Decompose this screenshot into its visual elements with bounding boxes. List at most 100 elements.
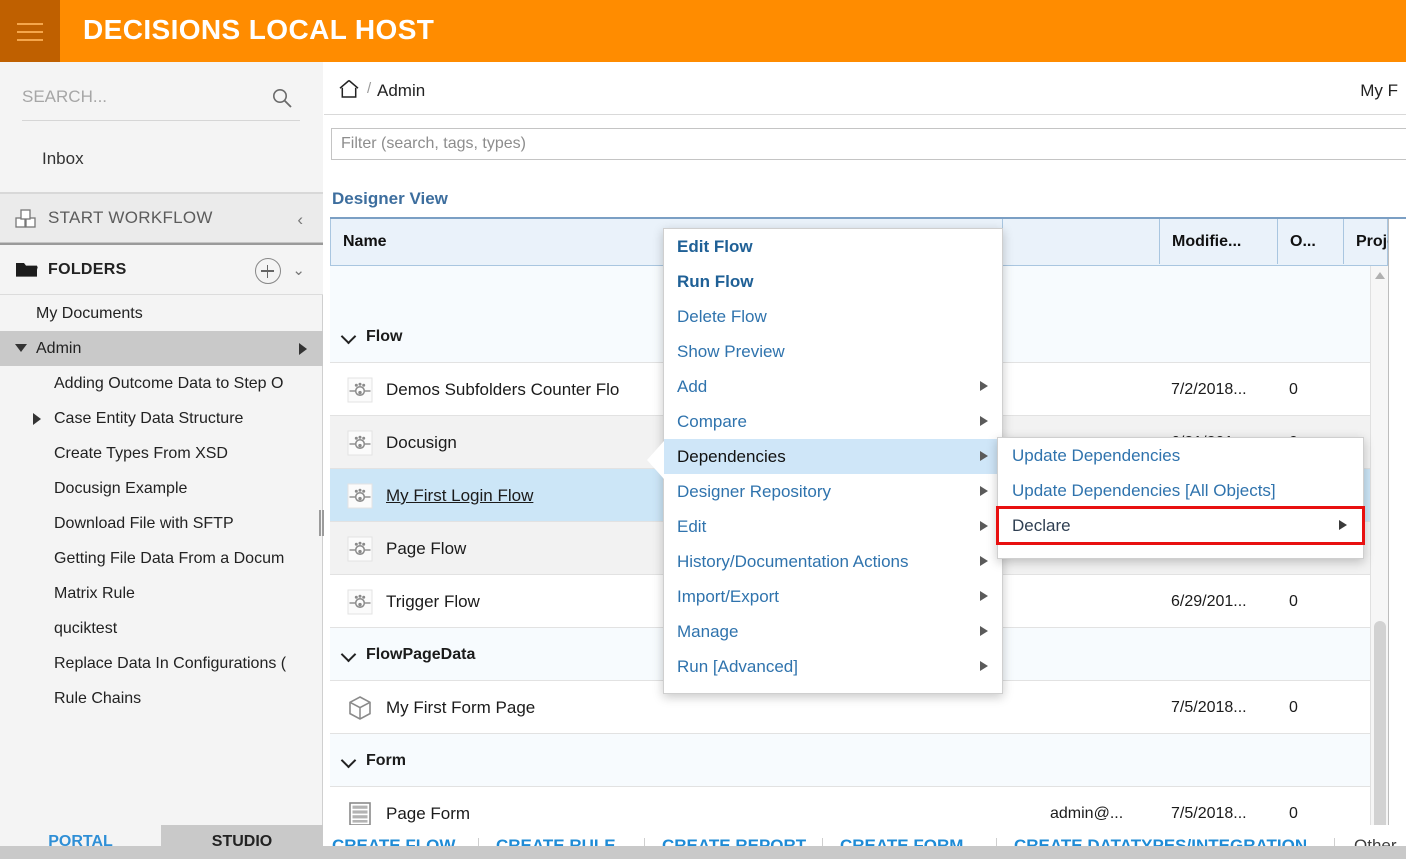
filter-input[interactable] — [331, 128, 1406, 160]
context-menu-pointer-icon — [647, 441, 664, 479]
sidebar-tree-item[interactable]: Docusign Example — [0, 471, 323, 506]
triangle-down-icon[interactable] — [15, 344, 27, 352]
flow-icon — [346, 535, 374, 563]
submenu-item[interactable]: Update Dependencies — [998, 438, 1363, 473]
sidebar-section-folders[interactable]: FOLDERS ⌄ — [0, 243, 323, 295]
hamburger-icon[interactable] — [0, 0, 60, 62]
search-underline — [22, 120, 300, 121]
tree-item-label: Replace Data In Configurations ( — [54, 655, 287, 672]
context-menu-item-label: Run Flow — [677, 272, 754, 291]
context-menu-item-label: Add — [677, 377, 708, 396]
row-name[interactable]: Demos Subfolders Counter Flo — [386, 363, 619, 416]
tree-item-label: Admin — [36, 340, 82, 357]
form-icon — [346, 800, 374, 828]
cell-o: 0 — [1289, 593, 1298, 610]
submenu-item[interactable]: Update Dependencies [All Objects] — [998, 473, 1363, 508]
home-icon[interactable] — [338, 78, 360, 100]
context-menu-item-label: Manage — [677, 622, 739, 641]
sidebar-tree-item[interactable]: Admin — [0, 331, 323, 366]
cube-icon — [346, 694, 374, 722]
workflow-blocks-icon — [15, 209, 36, 228]
sidebar-tree-item[interactable]: Matrix Rule — [0, 576, 323, 611]
row-name[interactable]: Trigger Flow — [386, 575, 480, 628]
grid-column-header[interactable]: Modifie... — [1160, 219, 1278, 264]
search-icon[interactable] — [270, 86, 294, 110]
chevron-down-icon[interactable] — [342, 647, 356, 661]
row-name[interactable]: Docusign — [386, 416, 457, 469]
sidebar-section-start-workflow[interactable]: START WORKFLOW ‹ — [0, 193, 323, 243]
submenu-item-declare[interactable]: Declare — [996, 506, 1365, 545]
row-name[interactable]: Page Flow — [386, 522, 466, 575]
context-menu-item[interactable]: Delete Flow — [664, 299, 1002, 334]
chevron-down-icon[interactable] — [342, 753, 356, 767]
flow-icon — [346, 376, 374, 404]
submenu-arrow-icon — [980, 416, 988, 426]
group-label: Form — [366, 752, 406, 769]
breadcrumb-current[interactable]: Admin — [377, 81, 425, 101]
row-name[interactable]: My First Login Flow — [386, 469, 533, 522]
context-menu-item[interactable]: Manage — [664, 614, 1002, 649]
row-name[interactable]: My First Form Page — [386, 681, 535, 734]
context-menu-item[interactable]: Run Flow — [664, 264, 1002, 299]
sidebar-tree-item[interactable]: Replace Data In Configurations ( — [0, 646, 323, 681]
sidebar-tree-item[interactable]: Download File with SFTP — [0, 506, 323, 541]
context-menu-item[interactable]: History/Documentation Actions — [664, 544, 1002, 579]
sidebar-tree-item[interactable]: Case Entity Data Structure — [0, 401, 323, 436]
top-header-bar: DECISIONS LOCAL HOST — [0, 0, 1406, 62]
context-menu-item[interactable]: Compare — [664, 404, 1002, 439]
triangle-right-icon[interactable] — [299, 343, 307, 355]
triangle-right-icon[interactable] — [33, 413, 41, 425]
tree-item-label: Adding Outcome Data to Step O — [54, 375, 284, 392]
context-menu-item[interactable]: Edit — [664, 509, 1002, 544]
grid-vertical-scrollbar[interactable] — [1370, 266, 1388, 859]
scrollbar-thumb[interactable] — [1374, 621, 1386, 831]
chevron-down-icon[interactable]: ⌄ — [292, 261, 305, 279]
grid-column-header[interactable]: Project — [1344, 219, 1389, 264]
context-menu-item[interactable]: Dependencies — [664, 439, 1002, 474]
tree-item-label: Matrix Rule — [54, 585, 135, 602]
filter-bar — [331, 128, 1406, 160]
group-label: Flow — [366, 328, 403, 345]
dependencies-submenu: Update Dependencies Update Dependencies [… — [996, 437, 1365, 559]
context-menu-item[interactable]: Show Preview — [664, 334, 1002, 369]
context-menu-item-label: Designer Repository — [677, 482, 832, 501]
sidebar-tree-item[interactable]: Rule Chains — [0, 681, 323, 716]
sidebar-tree-item[interactable]: Getting File Data From a Docum — [0, 541, 323, 576]
add-folder-button[interactable] — [255, 258, 281, 284]
tree-item-label: Download File with SFTP — [54, 515, 234, 532]
breadcrumb: / Admin My F — [324, 62, 1406, 115]
submenu-arrow-icon — [980, 556, 988, 566]
grid-column-header[interactable]: O... — [1278, 219, 1344, 264]
sidebar-item-inbox[interactable]: Inbox — [0, 126, 323, 192]
designer-view-tab[interactable]: Designer View — [332, 189, 448, 209]
breadcrumb-separator: / — [367, 80, 372, 97]
sidebar-tree-item[interactable]: Create Types From XSD — [0, 436, 323, 471]
cell-o: 0 — [1289, 381, 1298, 398]
submenu-arrow-icon — [980, 451, 988, 461]
grid-group-row[interactable]: Form — [330, 734, 1388, 787]
submenu-item-label: Update Dependencies — [1012, 446, 1181, 465]
search-input[interactable] — [22, 82, 280, 112]
context-menu-item[interactable]: Import/Export — [664, 579, 1002, 614]
context-menu-item[interactable]: Run [Advanced] — [664, 649, 1002, 684]
bottom-strip — [0, 846, 1406, 859]
chevron-left-icon[interactable]: ‹ — [297, 210, 303, 230]
sidebar-tree-item[interactable]: Adding Outcome Data to Step O — [0, 366, 323, 401]
scroll-up-arrow-icon[interactable] — [1375, 272, 1385, 279]
app-root: DECISIONS LOCAL HOST Inbox START WORKFLO… — [0, 0, 1406, 859]
left-sidebar: Inbox START WORKFLOW ‹ FOLDERS ⌄ My Docu… — [0, 62, 324, 859]
context-menu-item-label: Run [Advanced] — [677, 657, 798, 676]
sidebar-tree-item[interactable]: quciktest — [0, 611, 323, 646]
context-menu-item[interactable]: Add — [664, 369, 1002, 404]
context-menu-item[interactable]: Edit Flow — [664, 229, 1002, 264]
sidebar-search-row — [0, 62, 323, 126]
sidebar-tree-item[interactable]: My Documents — [0, 296, 323, 331]
context-menu-item-label: Edit — [677, 517, 707, 536]
context-menu-item[interactable]: Designer Repository — [664, 474, 1002, 509]
grid-column-header[interactable] — [1003, 219, 1160, 264]
cell-modified: 6/29/201... — [1171, 593, 1247, 610]
tree-item-label: Case Entity Data Structure — [54, 410, 244, 427]
cell-modified: 7/2/2018... — [1171, 381, 1247, 398]
chevron-down-icon[interactable] — [342, 329, 356, 343]
submenu-arrow-icon — [980, 381, 988, 391]
